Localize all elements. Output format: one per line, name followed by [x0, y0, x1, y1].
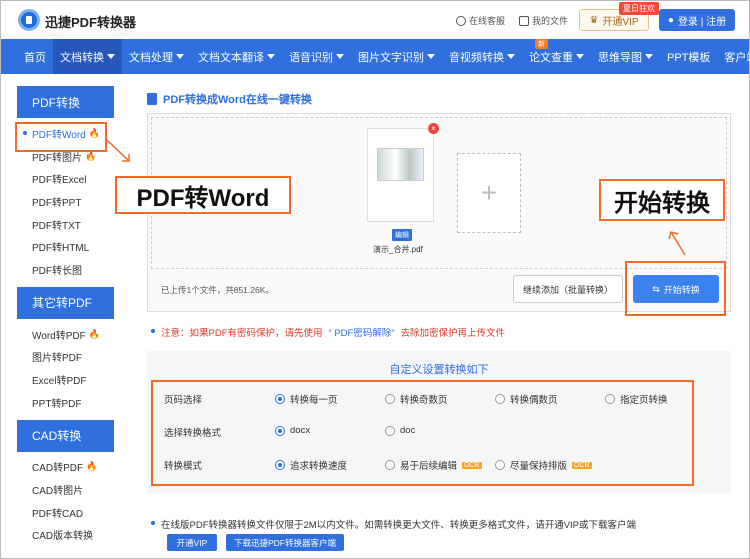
callout-arrows [106, 139, 686, 256]
arrow-to-start [670, 231, 686, 256]
arrow-to-sidebar [106, 139, 130, 162]
